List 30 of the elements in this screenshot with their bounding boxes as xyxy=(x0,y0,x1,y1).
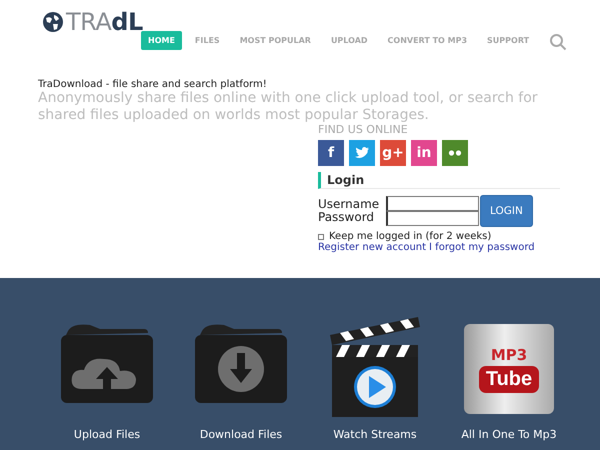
feature-link[interactable]: Watch Streams xyxy=(333,428,417,441)
login-heading: Login xyxy=(318,172,560,189)
bird-icon xyxy=(355,147,369,159)
globe-icon xyxy=(42,11,64,33)
flickr-link[interactable] xyxy=(442,140,468,166)
logo-text: MP3 xyxy=(490,346,528,364)
twitter-link[interactable] xyxy=(349,140,375,166)
two-dots-icon xyxy=(448,150,462,156)
social-heading: FIND US ONLINE xyxy=(318,124,409,136)
site-logo[interactable]: TRAdL xyxy=(66,8,143,36)
feature-link[interactable]: Upload Files xyxy=(74,428,140,441)
logo-text: Tube xyxy=(478,366,540,392)
login-button[interactable]: LOGIN xyxy=(480,195,533,227)
username-field[interactable] xyxy=(386,196,479,211)
password-label: Password xyxy=(318,211,376,224)
facebook-link[interactable]: f xyxy=(318,140,344,166)
linkedin-link[interactable]: in xyxy=(411,140,437,166)
account-link[interactable]: Register new account xyxy=(318,242,426,253)
description: Anonymously share files online with one click upload tool, or search for shared files uploaded on worlds most popular Storages. xyxy=(38,90,539,124)
remember-label: Keep me logged in (for 2 weeks) xyxy=(329,231,492,242)
remember-checkbox[interactable] xyxy=(318,234,324,240)
mp3-tube-logo[interactable]: MP3 Tube xyxy=(464,324,554,414)
feature-link[interactable]: Download Files xyxy=(200,428,282,441)
username-label: Username xyxy=(318,198,380,211)
password-field[interactable] xyxy=(386,211,479,226)
feature-link[interactable]: All In One To Mp3 xyxy=(461,428,557,441)
googleplus-link[interactable]: g+ xyxy=(380,140,406,166)
search-icon[interactable] xyxy=(549,33,567,51)
account-link[interactable]: I forgot my password xyxy=(429,242,535,253)
tagline: TraDownload - file share and search platform! xyxy=(38,79,268,90)
